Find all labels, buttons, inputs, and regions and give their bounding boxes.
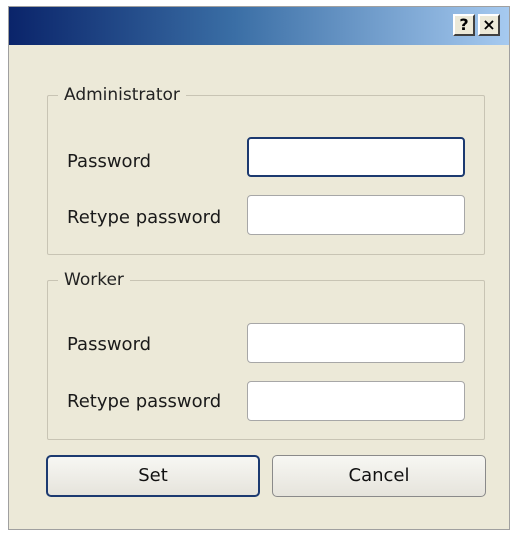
admin-password-input[interactable] <box>247 137 465 177</box>
administrator-group: Administrator Password Retype password <box>47 84 485 255</box>
help-button[interactable]: ? <box>453 14 475 36</box>
worker-password-label: Password <box>67 334 152 355</box>
worker-retype-password-input[interactable] <box>247 381 465 421</box>
admin-retype-password-label: Retype password <box>67 207 222 228</box>
worker-group-title: Worker <box>58 269 130 291</box>
admin-password-label: Password <box>67 151 152 172</box>
cancel-button[interactable]: Cancel <box>272 455 486 497</box>
administrator-group-title: Administrator <box>58 84 186 106</box>
title-bar: ? × <box>9 7 509 45</box>
worker-password-input[interactable] <box>247 323 465 363</box>
admin-retype-password-input[interactable] <box>247 195 465 235</box>
password-dialog: ? × Administrator Password Retype passwo… <box>8 6 510 530</box>
set-button[interactable]: Set <box>46 455 260 497</box>
worker-group: Worker Password Retype password <box>47 269 485 440</box>
worker-retype-password-label: Retype password <box>67 391 222 412</box>
close-button[interactable]: × <box>478 14 500 36</box>
